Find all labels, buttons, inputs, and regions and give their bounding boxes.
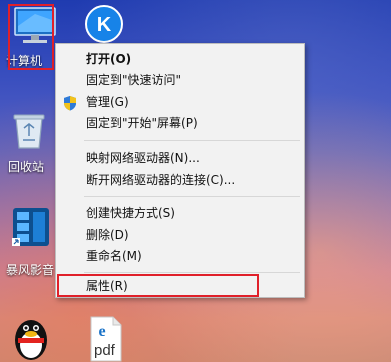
menu-item-pin-start[interactable]: 固定到"开始"屏幕(P): [56, 113, 304, 134]
recycle-bin-icon: [13, 114, 45, 149]
qq-penguin-icon: [15, 320, 47, 360]
desktop-icon-qq[interactable]: [6, 312, 70, 362]
menu-item-manage[interactable]: 管理(G): [56, 92, 304, 113]
desktop-icon-label: pdf: [94, 342, 115, 359]
menu-item-rename[interactable]: 重命名(M): [56, 246, 304, 267]
media-player-icon: [12, 208, 49, 246]
menu-item-pin-quick-access[interactable]: 固定到"快速访问": [56, 70, 304, 91]
desktop-icon-pdf[interactable]: e pdf: [84, 312, 148, 362]
menu-item-open[interactable]: 打开(O): [56, 49, 304, 70]
uac-shield-icon: [64, 96, 76, 111]
menu-separator: [84, 196, 300, 197]
menu-separator: [84, 140, 300, 141]
properties-selection-highlight: [57, 274, 259, 297]
menu-item-delete[interactable]: 删除(D): [56, 225, 304, 246]
menu-item-create-shortcut[interactable]: 创建快捷方式(S): [56, 203, 304, 224]
menu-item-disconnect-network-drive[interactable]: 断开网络驱动器的连接(C)...: [56, 170, 304, 191]
desktop-icon-kugou[interactable]: K: [80, 4, 144, 48]
menu-separator: [84, 272, 300, 273]
menu-item-map-network-drive[interactable]: 映射网络驱动器(N)...: [56, 148, 304, 169]
context-menu: 打开(O) 固定到"快速访问" 管理(G) 固定到"开始"屏幕(P) 映射网络驱…: [55, 43, 305, 298]
kugou-app-icon: K: [85, 5, 123, 43]
svg-text:e: e: [98, 323, 105, 340]
computer-selection-highlight: [8, 4, 54, 70]
svg-text:K: K: [97, 14, 112, 36]
